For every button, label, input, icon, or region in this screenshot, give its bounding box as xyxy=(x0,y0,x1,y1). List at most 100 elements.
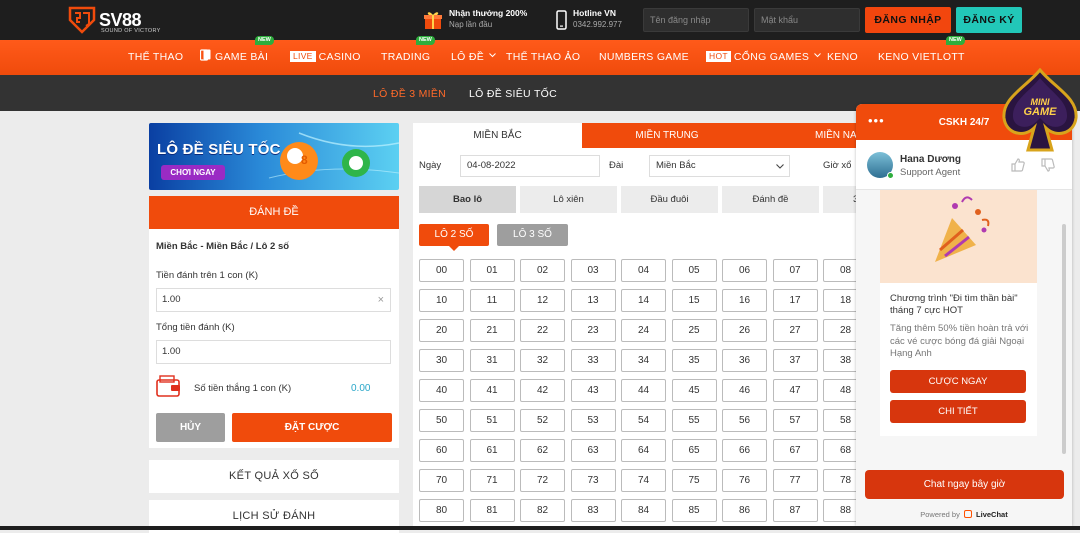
number-cell[interactable]: 07 xyxy=(772,259,818,282)
number-cell[interactable]: 51 xyxy=(469,409,515,432)
number-cell[interactable]: 20 xyxy=(419,319,464,342)
nav-item-lo-de[interactable]: LÔ ĐỀ xyxy=(451,40,497,75)
total-input[interactable]: 1.00 xyxy=(156,340,391,364)
number-cell[interactable]: 75 xyxy=(671,469,717,492)
bet-type-danh-de[interactable]: Đánh đề xyxy=(722,186,819,213)
number-cell[interactable]: 44 xyxy=(621,379,666,402)
date-picker[interactable]: 04-08-2022 xyxy=(460,155,600,177)
station-select[interactable]: Miền Bắc xyxy=(649,155,790,177)
number-cell[interactable]: 12 xyxy=(520,289,565,312)
number-cell[interactable]: 24 xyxy=(621,319,666,342)
clear-icon[interactable]: × xyxy=(378,289,384,311)
number-cell[interactable]: 08 xyxy=(823,259,860,282)
number-cell[interactable]: 34 xyxy=(621,349,666,372)
number-cell[interactable]: 41 xyxy=(469,379,515,402)
bet-type-lo-xien[interactable]: Lô xiên xyxy=(520,186,617,213)
banner-play-button[interactable]: CHƠI NGAY xyxy=(161,165,225,180)
number-cell[interactable]: 73 xyxy=(570,469,616,492)
number-cell[interactable]: 43 xyxy=(570,379,616,402)
number-cell[interactable]: 55 xyxy=(671,409,717,432)
number-cell[interactable]: 31 xyxy=(469,349,515,372)
tab-mien-trung[interactable]: MIỀN TRUNG xyxy=(582,123,752,148)
username-input[interactable]: Tên đăng nhập xyxy=(643,8,749,32)
register-button[interactable]: ĐĂNG KÝ xyxy=(956,7,1022,33)
number-cell[interactable]: 17 xyxy=(772,289,818,312)
number-cell[interactable]: 06 xyxy=(722,259,767,282)
number-cell[interactable]: 66 xyxy=(722,439,767,462)
promo-link[interactable]: Nhận thưởng 200% Nạp lần đầu xyxy=(424,8,527,30)
number-cell[interactable]: 47 xyxy=(772,379,818,402)
bet-type-bao-lo[interactable]: Bao lô xyxy=(419,186,516,213)
number-cell[interactable]: 57 xyxy=(772,409,818,432)
nav-item-keno-vietlott[interactable]: KENO VIETLOTT NEW xyxy=(878,36,965,75)
tab-mien-nam[interactable]: MIỀN NA xyxy=(752,123,860,148)
number-cell[interactable]: 62 xyxy=(520,439,565,462)
number-cell[interactable]: 52 xyxy=(520,409,565,432)
number-cell[interactable]: 23 xyxy=(570,319,616,342)
number-cell[interactable]: 56 xyxy=(722,409,767,432)
number-cell[interactable]: 88 xyxy=(823,499,860,522)
number-cell[interactable]: 84 xyxy=(621,499,666,522)
stake-input[interactable]: 1.00 × xyxy=(156,288,391,312)
number-cell[interactable]: 81 xyxy=(469,499,515,522)
chat-scrollbar[interactable] xyxy=(1062,224,1066,454)
subnav-item-lo-de-3-mien[interactable]: LÔ ĐỀ 3 MIỀN xyxy=(373,75,446,111)
password-input[interactable]: Mật khẩu xyxy=(754,8,860,32)
number-cell[interactable]: 35 xyxy=(671,349,717,372)
number-cell[interactable]: 04 xyxy=(621,259,666,282)
nav-item-casino[interactable]: LIVE CASINO xyxy=(290,40,361,75)
details-button[interactable]: CHI TIẾT xyxy=(890,400,1026,423)
number-cell[interactable]: 16 xyxy=(722,289,767,312)
number-cell[interactable]: 58 xyxy=(823,409,860,432)
number-cell[interactable]: 18 xyxy=(823,289,860,312)
number-cell[interactable]: 27 xyxy=(772,319,818,342)
number-cell[interactable]: 70 xyxy=(419,469,464,492)
place-bet-button[interactable]: ĐẶT CƯỢC xyxy=(232,413,392,442)
number-cell[interactable]: 02 xyxy=(520,259,565,282)
nav-item-virtual-sports[interactable]: THỂ THAO ẢO xyxy=(506,40,580,75)
number-cell[interactable]: 05 xyxy=(671,259,717,282)
number-cell[interactable]: 65 xyxy=(671,439,717,462)
number-cell[interactable]: 37 xyxy=(772,349,818,372)
number-cell[interactable]: 26 xyxy=(722,319,767,342)
number-cell[interactable]: 86 xyxy=(722,499,767,522)
number-cell[interactable]: 32 xyxy=(520,349,565,372)
number-cell[interactable]: 85 xyxy=(671,499,717,522)
number-cell[interactable]: 78 xyxy=(823,469,860,492)
number-cell[interactable]: 28 xyxy=(823,319,860,342)
number-cell[interactable]: 68 xyxy=(823,439,860,462)
number-cell[interactable]: 03 xyxy=(570,259,616,282)
nav-item-game-bai[interactable]: GAME BÀI NEW xyxy=(199,36,274,75)
nav-item-sports[interactable]: THỂ THAO xyxy=(128,40,183,75)
mini-game-button[interactable]: MINI GAME xyxy=(1000,67,1080,158)
nav-item-trading[interactable]: TRADING NEW xyxy=(381,36,435,75)
number-cell[interactable]: 61 xyxy=(469,439,515,462)
number-cell[interactable]: 60 xyxy=(419,439,464,462)
subnav-item-lo-de-sieu-toc[interactable]: LÔ ĐỀ SIÊU TỐC xyxy=(469,75,557,111)
number-cell[interactable]: 54 xyxy=(621,409,666,432)
number-cell[interactable]: 74 xyxy=(621,469,666,492)
number-cell[interactable]: 10 xyxy=(419,289,464,312)
promo-banner[interactable]: LÔ ĐỀ SIÊU TỐC 8 CHƠI NGAY xyxy=(149,123,399,190)
nav-item-keno[interactable]: KENO xyxy=(827,40,858,75)
sub-type-lo-2-so[interactable]: LÔ 2 SỐ xyxy=(419,224,489,246)
thumbs-down-icon[interactable] xyxy=(1040,157,1056,173)
cancel-button[interactable]: HỦY xyxy=(156,413,225,442)
number-cell[interactable]: 63 xyxy=(570,439,616,462)
bet-type-3-cang[interactable]: 3 xyxy=(823,186,860,213)
tab-mien-bac[interactable]: MIỀN BẮC xyxy=(413,123,582,148)
logo[interactable]: SV88 SOUND OF VICTORY xyxy=(68,4,160,36)
number-cell[interactable]: 40 xyxy=(419,379,464,402)
number-cell[interactable]: 46 xyxy=(722,379,767,402)
number-cell[interactable]: 87 xyxy=(772,499,818,522)
number-cell[interactable]: 77 xyxy=(772,469,818,492)
number-cell[interactable]: 50 xyxy=(419,409,464,432)
thumbs-up-icon[interactable] xyxy=(1010,157,1026,173)
number-cell[interactable]: 33 xyxy=(570,349,616,372)
chat-now-button[interactable]: Chat ngay bây giờ xyxy=(865,470,1064,499)
number-cell[interactable]: 83 xyxy=(570,499,616,522)
number-cell[interactable]: 13 xyxy=(570,289,616,312)
number-cell[interactable]: 15 xyxy=(671,289,717,312)
number-cell[interactable]: 30 xyxy=(419,349,464,372)
number-cell[interactable]: 00 xyxy=(419,259,464,282)
